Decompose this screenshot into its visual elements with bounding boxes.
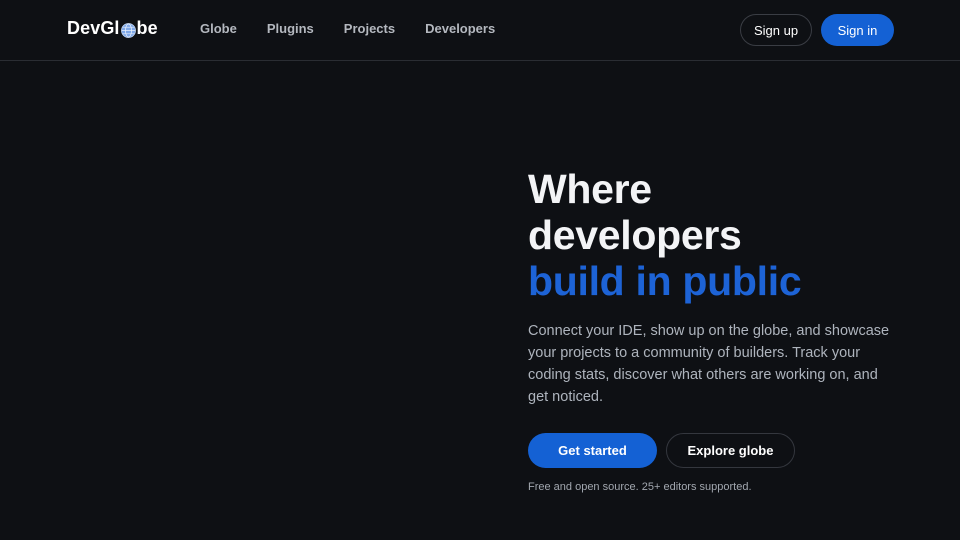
brand-logo-suffix: be xyxy=(136,18,158,38)
sign-in-button[interactable]: Sign in xyxy=(821,14,894,46)
hero-title-accent-line: build in public xyxy=(528,258,802,304)
hero-title-line-1: Where xyxy=(528,166,652,212)
brand-logo-prefix: DevGl xyxy=(67,18,120,38)
get-started-button[interactable]: Get started xyxy=(528,433,657,468)
nav-link-globe[interactable]: Globe xyxy=(200,21,237,36)
nav-link-projects[interactable]: Projects xyxy=(344,21,395,36)
brand-logo[interactable]: DevGl be xyxy=(67,18,158,39)
nav-link-plugins[interactable]: Plugins xyxy=(267,21,314,36)
nav-link-developers[interactable]: Developers xyxy=(425,21,495,36)
main-nav: Globe Plugins Projects Developers xyxy=(200,21,525,36)
globe-icon xyxy=(120,22,136,38)
explore-globe-button[interactable]: Explore globe xyxy=(666,433,795,468)
top-navbar: DevGl be Globe Plugins Projects Develope… xyxy=(0,0,960,61)
hero-title-line-2: developers xyxy=(528,212,742,258)
hero-title: Where developers build in public xyxy=(528,166,802,304)
hero-footnote: Free and open source. 25+ editors suppor… xyxy=(528,481,752,493)
hero-description: Connect your IDE, show up on the globe, … xyxy=(528,323,890,405)
sign-up-button[interactable]: Sign up xyxy=(740,14,812,46)
